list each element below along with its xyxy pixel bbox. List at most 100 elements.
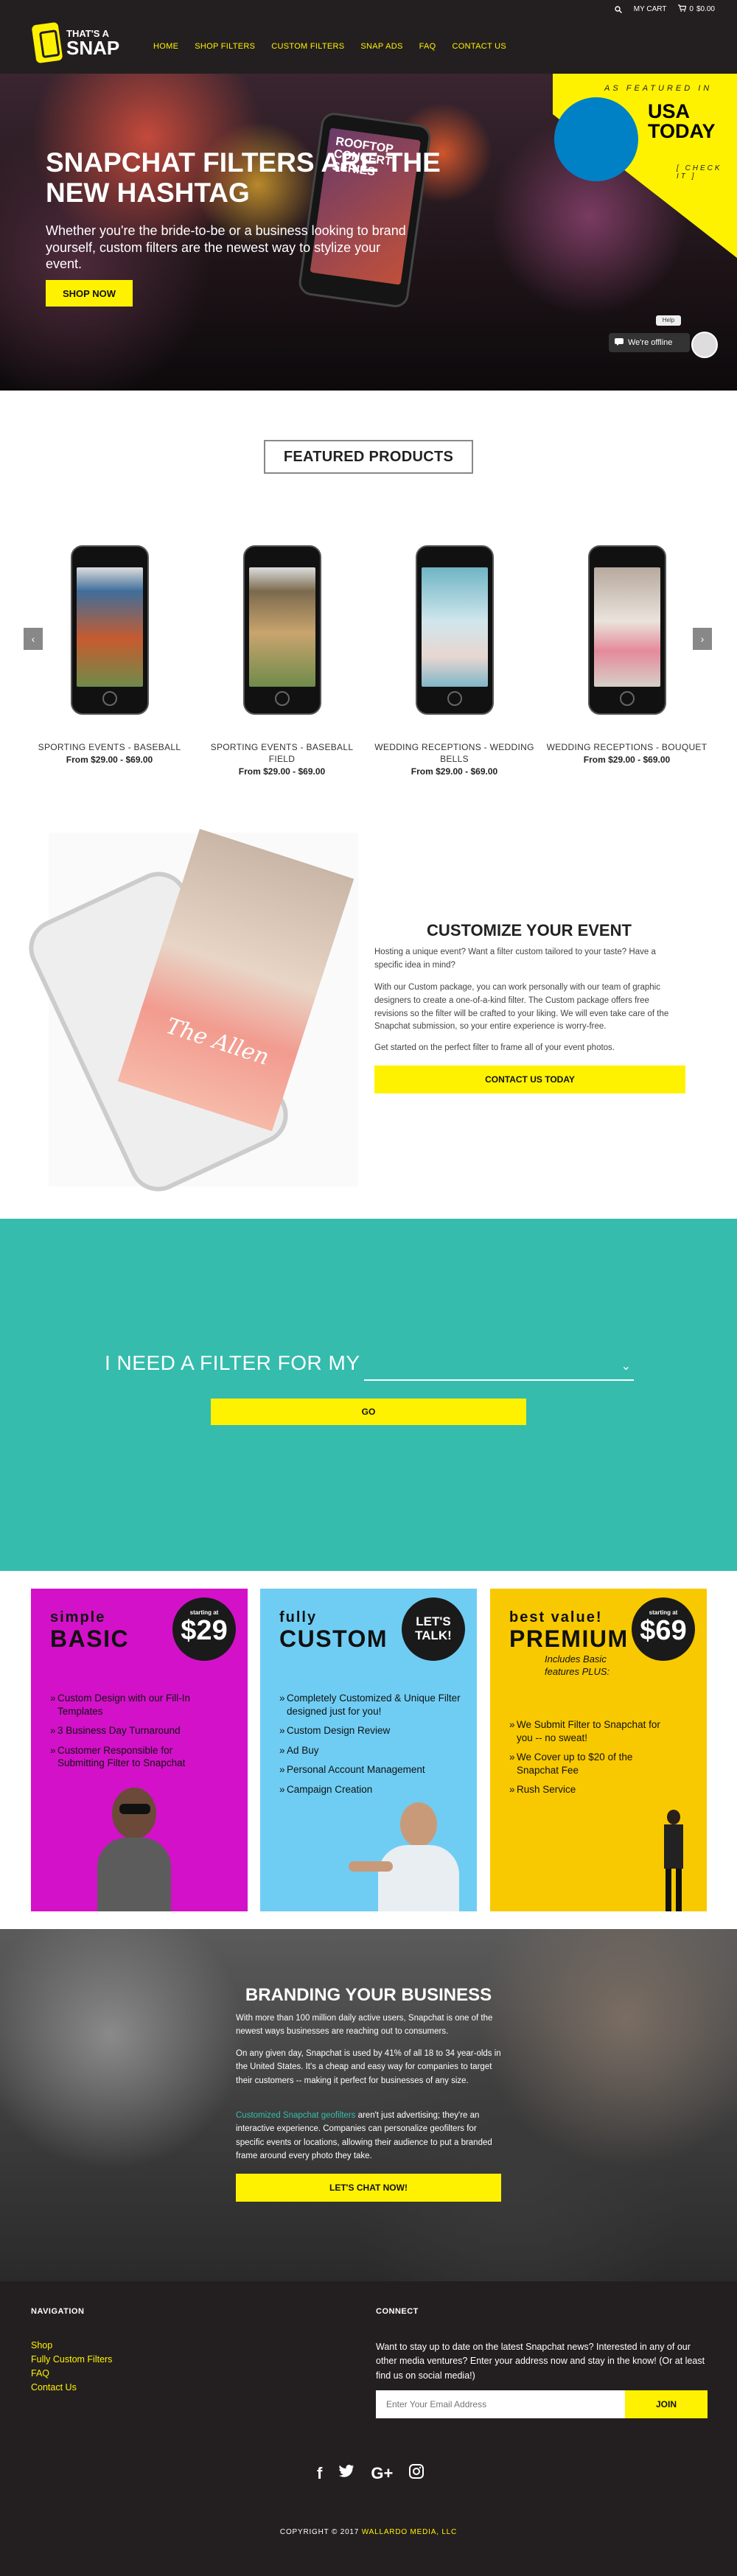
phone-logo-icon — [31, 21, 63, 64]
product-name[interactable]: SPORTING EVENTS - BASEBALL — [27, 741, 192, 753]
basic-tagline: simple — [50, 1609, 106, 1625]
lets-chat-now-button[interactable]: LET'S CHAT NOW! — [236, 2174, 501, 2202]
product-image — [242, 545, 321, 715]
product-price: From $29.00 - $69.00 — [66, 755, 153, 766]
instagram-icon[interactable] — [409, 2464, 425, 2483]
copyright-company-link[interactable]: WALLARDO MEDIA, LLC — [362, 2528, 457, 2536]
basic-feature-list: Custom Design with our Fill-In Templates… — [50, 1692, 220, 1777]
chat-widget[interactable]: We're offline — [609, 333, 690, 352]
site-logo[interactable]: THAT'S A SNAP — [31, 21, 119, 64]
google-plus-icon[interactable]: G+ — [371, 2464, 393, 2483]
product-screen — [76, 567, 143, 687]
chat-status: We're offline — [628, 338, 673, 347]
product-card[interactable]: SPORTING EVENTS - BASEBALL From $29.00 -… — [27, 545, 192, 765]
twitter-icon[interactable] — [338, 2464, 354, 2483]
product-card[interactable]: SPORTING EVENTS - BASEBALL FIELD From $2… — [199, 545, 365, 777]
customize-title: CUSTOMIZE YOUR EVENT — [427, 921, 632, 939]
home-button-icon — [102, 691, 117, 706]
product-card[interactable]: WEDDING RECEPTIONS - WEDDING BELLS From … — [371, 545, 537, 777]
contact-us-today-button[interactable]: CONTACT US TODAY — [374, 1065, 685, 1093]
feature-item: Campaign Creation — [279, 1783, 464, 1796]
feature-item: Completely Customized & Unique Filter de… — [279, 1692, 464, 1718]
email-input[interactable] — [376, 2390, 625, 2418]
home-button-icon — [619, 691, 635, 706]
woman-with-sunglasses-image — [83, 1788, 186, 1911]
walking-woman-image — [660, 1810, 689, 1911]
utility-bar: MY CART 0 $0.00 — [615, 4, 715, 14]
join-button[interactable]: JOIN — [625, 2390, 708, 2418]
logo-text: THAT'S A SNAP — [66, 29, 119, 57]
feature-item: We Cover up to $20 of the Snapchat Fee — [509, 1751, 671, 1777]
feature-item: 3 Business Day Turnaround — [50, 1724, 220, 1737]
footer-link-shop[interactable]: Shop — [31, 2340, 112, 2351]
pricing-card-basic[interactable]: simple BASIC starting at $29 Custom Desi… — [31, 1589, 248, 1911]
footer-link-fully-custom-filters[interactable]: Fully Custom Filters — [31, 2354, 112, 2365]
filter-picker-section — [0, 1219, 737, 1571]
feature-item: Customer Responsible for Submitting Filt… — [50, 1744, 220, 1770]
my-cart-link[interactable]: MY CART — [634, 5, 667, 13]
product-image — [70, 545, 149, 715]
basic-price: $29 — [181, 1615, 228, 1646]
nav-snap-ads[interactable]: SNAP ADS — [360, 42, 402, 51]
product-image — [415, 545, 494, 715]
product-price: From $29.00 - $69.00 — [411, 766, 498, 777]
nav-contact-us[interactable]: CONTACT US — [453, 42, 507, 51]
product-price: From $29.00 - $69.00 — [583, 755, 671, 766]
home-button-icon — [274, 691, 290, 706]
chat-help-label: Help — [656, 315, 681, 326]
filter-picker-label: I NEED A FILTER FOR MY — [105, 1351, 360, 1374]
logo-line-2: SNAP — [66, 36, 120, 59]
cart-icon — [678, 4, 688, 14]
premium-includes: Includes Basic features PLUS: — [545, 1653, 610, 1677]
usa-today-logo: USA TODAY — [648, 100, 716, 142]
shop-now-button[interactable]: SHOP NOW — [46, 280, 133, 307]
social-links: f G+ — [317, 2464, 425, 2483]
go-button[interactable]: GO — [211, 1399, 526, 1425]
lets-talk-label: LET'S TALK! — [415, 1614, 452, 1642]
chat-avatar[interactable] — [691, 332, 718, 358]
product-name[interactable]: WEDDING RECEPTIONS - WEDDING BELLS — [371, 741, 537, 765]
premium-tagline: best value! — [509, 1609, 603, 1625]
search-icon[interactable] — [615, 5, 622, 13]
man-pointing-image — [349, 1802, 474, 1911]
feature-item: Custom Design with our Fill-In Templates — [50, 1692, 220, 1718]
main-nav: HOME SHOP FILTERS CUSTOM FILTERS SNAP AD… — [153, 42, 506, 51]
filter-type-select[interactable]: ⌄ — [364, 1354, 634, 1381]
cart-total: $0.00 — [696, 5, 715, 13]
footer-connect-text: Want to stay up to date on the latest Sn… — [376, 2342, 705, 2381]
product-image — [587, 545, 666, 715]
hero-phone-image: ROOFTOP CONCERT SERIES — [297, 111, 433, 309]
featured-in-label: AS FEATURED IN — [604, 84, 713, 93]
facebook-icon[interactable]: f — [317, 2464, 322, 2483]
cart-summary[interactable]: 0 $0.00 — [678, 4, 715, 14]
product-screen — [421, 567, 488, 687]
pricing-card-premium[interactable]: best value! PREMIUM starting at $69 Incl… — [490, 1589, 707, 1911]
feature-item: We Submit Filter to Snapchat for you -- … — [509, 1718, 671, 1744]
copyright-prefix: COPYRIGHT © 2017 — [279, 2528, 360, 2536]
branding-section — [0, 1929, 737, 2281]
customize-paragraph-1: Hosting a unique event? Want a filter cu… — [374, 948, 656, 970]
geofilters-link[interactable]: Customized Snapchat geofilters — [236, 2111, 355, 2120]
custom-feature-list: Completely Customized & Unique Filter de… — [279, 1692, 464, 1802]
nav-faq[interactable]: FAQ — [419, 42, 436, 51]
product-name[interactable]: SPORTING EVENTS - BASEBALL FIELD — [199, 741, 365, 765]
custom-title: CUSTOM — [279, 1625, 388, 1652]
cart-count: 0 — [689, 5, 694, 13]
footer-link-faq[interactable]: FAQ — [31, 2368, 112, 2379]
check-it-link[interactable]: [ CHECK IT ] — [677, 164, 737, 181]
pricing-card-custom[interactable]: fully CUSTOM LET'S TALK! Completely Cust… — [260, 1589, 477, 1911]
nav-home[interactable]: HOME — [153, 42, 178, 51]
branding-paragraph-3: Customized Snapchat geofilters aren't ju… — [236, 2109, 501, 2163]
nav-custom-filters[interactable]: CUSTOM FILTERS — [271, 42, 344, 51]
page: MY CART 0 $0.00 THAT'S A SNAP HOME SHOP … — [0, 0, 737, 2576]
home-button-icon — [447, 691, 462, 706]
featured-products-title: FEATURED PRODUCTS — [264, 440, 473, 474]
nav-shop-filters[interactable]: SHOP FILTERS — [195, 42, 255, 51]
hero-subtitle: Whether you're the bride-to-be or a busi… — [46, 223, 406, 271]
product-name[interactable]: WEDDING RECEPTIONS - BOUQUET — [544, 741, 710, 753]
premium-price-badge: starting at $69 — [632, 1597, 695, 1661]
product-card[interactable]: WEDDING RECEPTIONS - BOUQUET From $29.00… — [544, 545, 710, 765]
footer-connect-heading: CONNECT — [376, 2307, 419, 2316]
check-it-label: CHECK IT — [677, 164, 722, 181]
footer-link-contact-us[interactable]: Contact Us — [31, 2382, 112, 2393]
